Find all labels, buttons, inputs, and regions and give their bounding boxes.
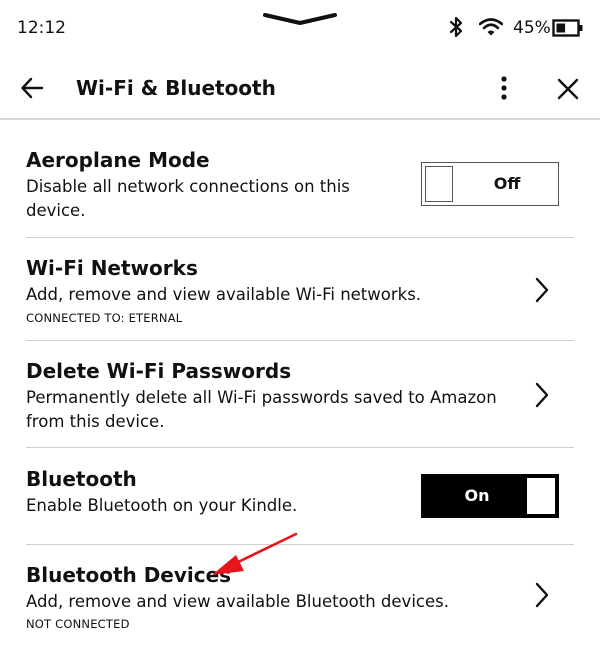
bluetooth-icon (449, 16, 463, 42)
bluetooth-description: Enable Bluetooth on your Kindle. (26, 496, 298, 515)
bluetooth-toggle[interactable]: On (421, 474, 559, 518)
delete-wifi-passwords-description-line1: Permanently delete all Wi-Fi passwords s… (26, 388, 497, 407)
delete-wifi-passwords-description-line2: from this device. (26, 412, 165, 431)
status-bar: 12:12 45% (0, 0, 600, 56)
toggle-label: Off (493, 174, 521, 193)
aeroplane-mode-toggle[interactable]: Off (421, 162, 559, 206)
battery-percent: 45% (513, 18, 551, 38)
battery-icon (552, 19, 584, 41)
bluetooth-connection-status: NOT CONNECTED (26, 617, 130, 631)
close-icon[interactable] (557, 78, 579, 104)
setting-row-wifi-networks[interactable]: Wi-Fi Networks Add, remove and view avai… (0, 238, 600, 341)
aeroplane-mode-description-line2: device. (26, 201, 86, 220)
toggle-knob (425, 166, 453, 202)
wifi-connection-status: CONNECTED TO: ETERNAL (26, 311, 183, 325)
chevron-right-icon[interactable] (534, 582, 550, 612)
bluetooth-title: Bluetooth (26, 467, 137, 491)
toggle-knob (527, 478, 555, 514)
bluetooth-devices-title: Bluetooth Devices (26, 563, 232, 587)
chevron-right-icon[interactable] (534, 382, 550, 412)
setting-row-aeroplane-mode: Aeroplane Mode Disable all network conne… (0, 122, 600, 238)
status-time: 12:12 (17, 18, 66, 38)
more-options-icon[interactable] (500, 75, 508, 105)
bluetooth-devices-description: Add, remove and view available Bluetooth… (26, 592, 449, 611)
setting-row-bluetooth: Bluetooth Enable Bluetooth on your Kindl… (0, 448, 600, 545)
delete-wifi-passwords-title: Delete Wi-Fi Passwords (26, 359, 292, 383)
back-arrow-icon[interactable] (20, 77, 44, 103)
pull-down-handle-icon[interactable] (262, 10, 338, 32)
aeroplane-mode-description-line1: Disable all network connections on this (26, 177, 350, 196)
wifi-networks-title: Wi-Fi Networks (26, 256, 198, 280)
page-title: Wi-Fi & Bluetooth (76, 76, 276, 100)
wifi-icon (478, 17, 504, 41)
aeroplane-mode-title: Aeroplane Mode (26, 148, 210, 172)
wifi-networks-description: Add, remove and view available Wi-Fi net… (26, 285, 422, 304)
setting-row-delete-wifi-passwords[interactable]: Delete Wi-Fi Passwords Permanently delet… (0, 341, 600, 448)
chevron-right-icon[interactable] (534, 277, 550, 307)
setting-row-bluetooth-devices[interactable]: Bluetooth Devices Add, remove and view a… (0, 545, 600, 652)
toggle-label: On (464, 486, 490, 505)
app-header: Wi-Fi & Bluetooth (0, 60, 600, 120)
annotation-arrow-icon (208, 530, 300, 582)
